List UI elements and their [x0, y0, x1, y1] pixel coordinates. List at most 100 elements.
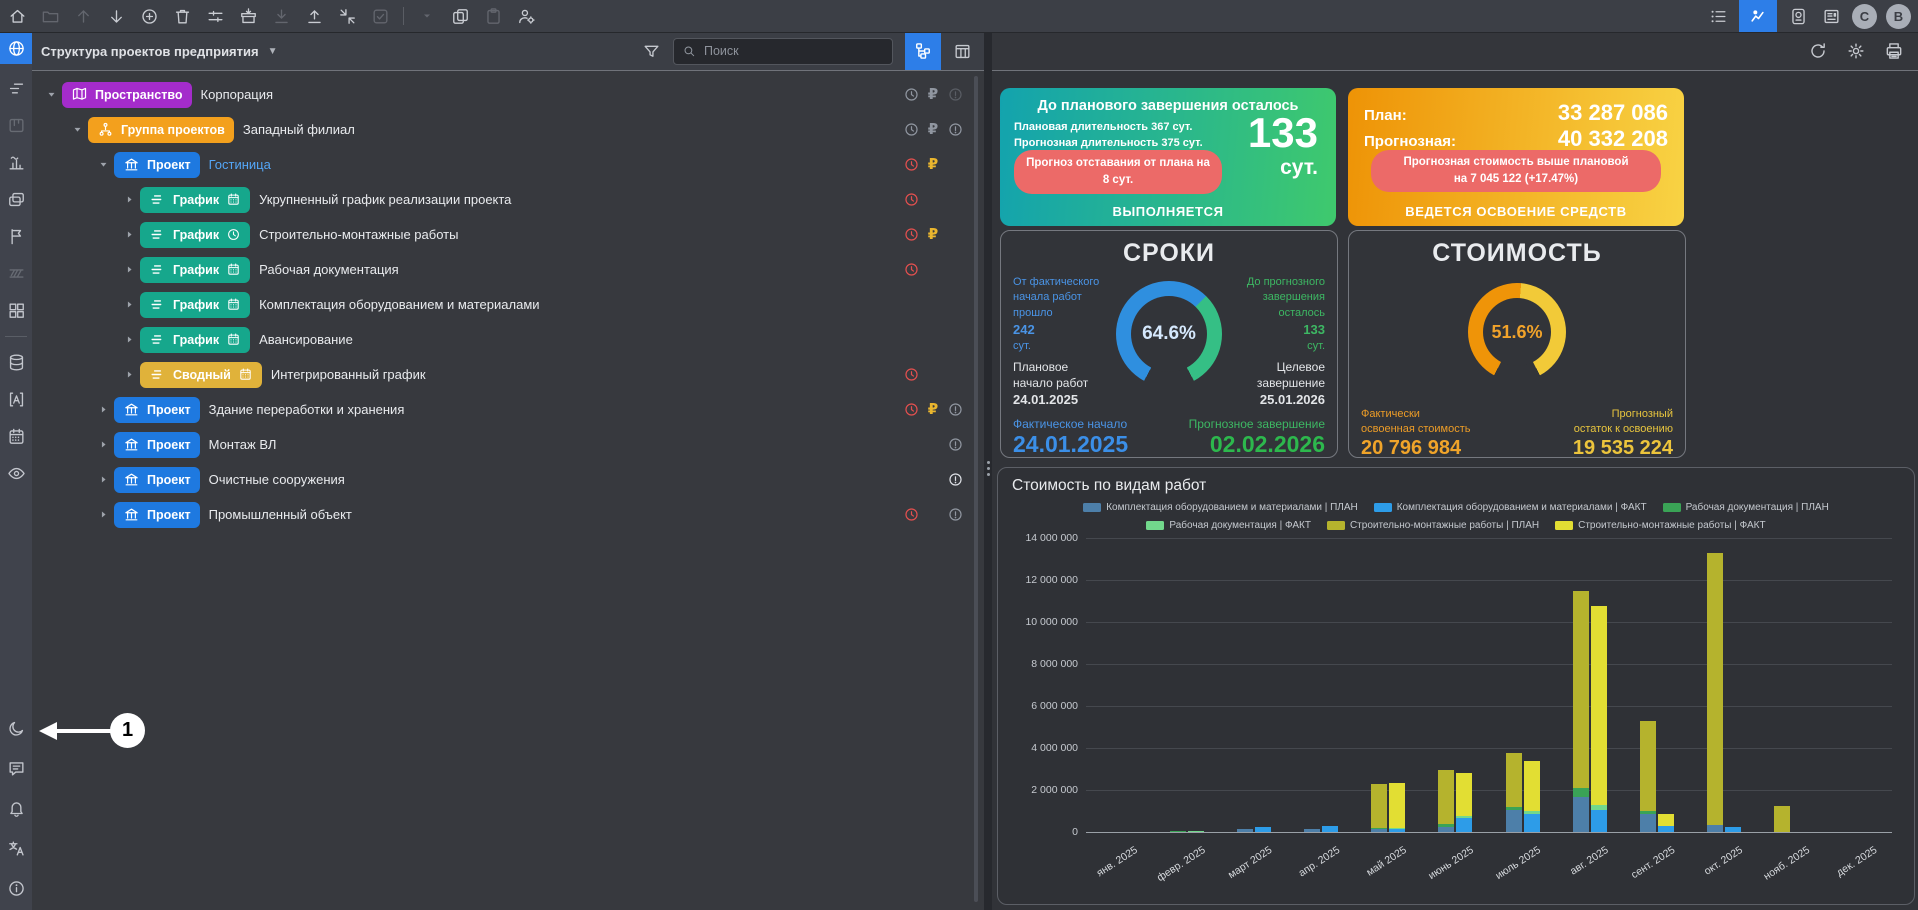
bar-segment[interactable] [1573, 797, 1589, 832]
sliders-button[interactable] [203, 4, 227, 28]
upload-button[interactable] [302, 4, 326, 28]
plus-circle-button[interactable] [137, 4, 161, 28]
bar-segment[interactable] [1371, 828, 1387, 830]
tree-row[interactable]: ГрафикУкрупненный график реализации прое… [32, 182, 984, 217]
bar-segment[interactable] [1371, 784, 1387, 828]
caret-right-icon[interactable] [118, 194, 140, 205]
printer-button[interactable] [1884, 41, 1904, 61]
chart-view-button[interactable] [1739, 0, 1777, 32]
caret-right-icon[interactable] [118, 334, 140, 345]
legend-item[interactable]: Рабочая документация | ПЛАН [1663, 502, 1829, 513]
bar-segment[interactable] [1371, 829, 1387, 832]
bar-segment[interactable] [1456, 818, 1472, 832]
bar-segment[interactable] [1237, 829, 1253, 832]
legend-item[interactable]: Строительно-монтажные работы | ПЛАН [1327, 520, 1539, 531]
grid-button[interactable] [0, 292, 32, 329]
tree-scrollbar[interactable] [974, 76, 978, 902]
tree-row[interactable]: ПроектЗдание переработки и хранения₽ [32, 392, 984, 427]
bar-segment[interactable] [1438, 827, 1454, 832]
caret-right-icon[interactable] [118, 369, 140, 380]
legend-item[interactable]: Рабочая документация | ФАКТ [1146, 520, 1311, 531]
bell-button[interactable] [0, 788, 32, 828]
tree-row[interactable]: Группа проектовЗападный филиал₽ [32, 112, 984, 147]
eye-button[interactable] [0, 455, 32, 492]
tree-row[interactable]: ГрафикАвансирование [32, 322, 984, 357]
bar-segment[interactable] [1591, 805, 1607, 810]
hierarchy-view-button[interactable] [905, 32, 941, 70]
bar-segment[interactable] [1456, 773, 1472, 816]
caret-down-icon[interactable] [66, 124, 88, 135]
box-unpack-button[interactable] [236, 4, 260, 28]
gear-button[interactable] [1846, 41, 1866, 61]
copy-button[interactable] [448, 4, 472, 28]
text-a-button[interactable] [0, 381, 32, 418]
filter-button[interactable] [642, 42, 661, 61]
tree-view-selector[interactable]: Структура проектов предприятия ▼ [32, 44, 278, 59]
translate-button[interactable] [0, 828, 32, 868]
bar-segment[interactable] [1591, 810, 1607, 832]
tree-row[interactable]: ГрафикРабочая документация [32, 252, 984, 287]
info-button[interactable] [0, 868, 32, 908]
arrow-down-button[interactable] [104, 4, 128, 28]
user-gear-button[interactable] [514, 4, 538, 28]
tree-row[interactable]: ПроектГостиница₽ [32, 147, 984, 182]
search-box[interactable] [673, 38, 893, 65]
tree-row[interactable]: ПроектПромышленный объект [32, 497, 984, 532]
bar-segment[interactable] [1640, 721, 1656, 811]
trash-button[interactable] [170, 4, 194, 28]
bar-segment[interactable] [1255, 827, 1271, 832]
bar-segment[interactable] [1389, 829, 1405, 832]
bar-segment[interactable] [1725, 827, 1741, 832]
globe-button[interactable] [0, 32, 32, 64]
tree-row[interactable]: ГрафикКомплектация оборудованием и матер… [32, 287, 984, 322]
caret-right-icon[interactable] [92, 474, 114, 485]
bar-segment[interactable] [1524, 811, 1540, 814]
caret-right-icon[interactable] [118, 264, 140, 275]
bar-segment[interactable] [1304, 829, 1320, 832]
bar-segment[interactable] [1506, 810, 1522, 832]
caret-down-icon[interactable] [92, 159, 114, 170]
bar-segment[interactable] [1188, 831, 1204, 832]
caret-down-icon[interactable] [40, 89, 62, 100]
bar-segment[interactable] [1506, 807, 1522, 810]
news-button[interactable] [1819, 4, 1843, 28]
avatar-c[interactable]: C [1852, 4, 1877, 29]
tree-row[interactable]: СводныйИнтегрированный график [32, 357, 984, 392]
caret-right-icon[interactable] [92, 404, 114, 415]
bar-segment[interactable] [1707, 553, 1723, 825]
database-button[interactable] [0, 344, 32, 381]
gantt-button[interactable] [0, 70, 32, 107]
legend-item[interactable]: Комплектация оборудованием и материалами… [1374, 502, 1647, 513]
folders-button[interactable] [0, 181, 32, 218]
caret-right-icon[interactable] [118, 229, 140, 240]
bar-segment[interactable] [1170, 831, 1186, 832]
bar-segment[interactable] [1658, 814, 1674, 826]
search-input[interactable] [702, 43, 856, 59]
panel-divider[interactable] [984, 32, 992, 910]
bar-segment[interactable] [1438, 824, 1454, 827]
bar-segment[interactable] [1640, 811, 1656, 814]
bar-segment[interactable] [1322, 826, 1338, 832]
caret-right-icon[interactable] [118, 299, 140, 310]
bar-segment[interactable] [1707, 825, 1723, 832]
moon-button[interactable] [0, 708, 32, 748]
bar-segment[interactable] [1640, 814, 1656, 832]
refresh-button[interactable] [1808, 41, 1828, 61]
avatar-b[interactable]: B [1886, 4, 1911, 29]
bar-segment[interactable] [1438, 770, 1454, 824]
collapse-button[interactable] [335, 4, 359, 28]
bar-segment[interactable] [1573, 788, 1589, 797]
bar-segment[interactable] [1456, 816, 1472, 818]
bar-segment[interactable] [1573, 591, 1589, 788]
calendar-button[interactable] [0, 418, 32, 455]
tree-row[interactable]: ПространствоКорпорация₽ [32, 77, 984, 112]
chat-button[interactable] [0, 748, 32, 788]
tree-row[interactable]: ГрафикСтроительно-монтажные работы₽ [32, 217, 984, 252]
chart-bars-button[interactable] [0, 144, 32, 181]
flag-button[interactable] [0, 218, 32, 255]
tree-row[interactable]: ПроектОчистные сооружения [32, 462, 984, 497]
bar-segment[interactable] [1774, 806, 1790, 832]
tree-row[interactable]: ПроектМонтаж ВЛ [32, 427, 984, 462]
legend-item[interactable]: Комплектация оборудованием и материалами… [1083, 502, 1358, 513]
bar-segment[interactable] [1524, 814, 1540, 832]
